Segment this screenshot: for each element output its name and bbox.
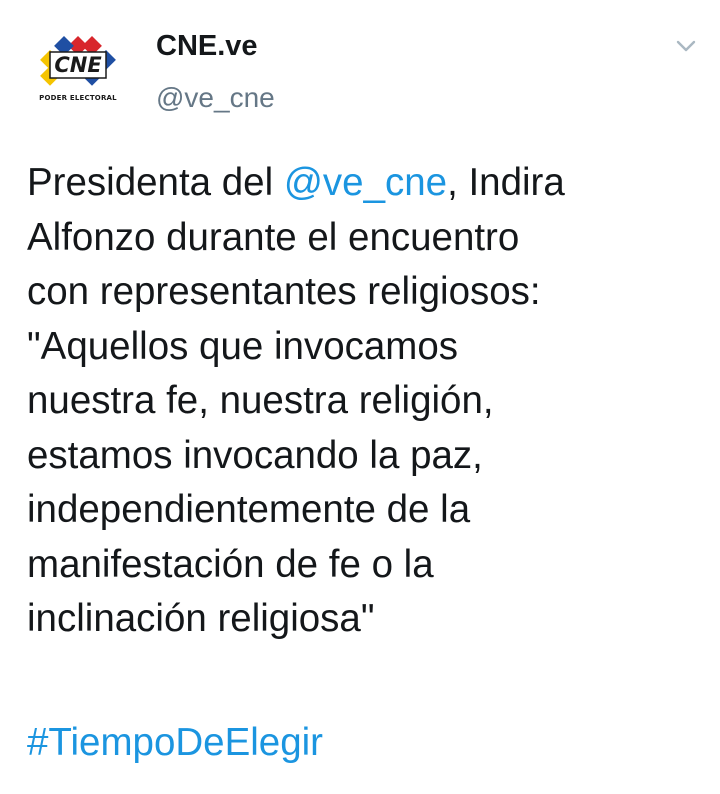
chevron-down-icon[interactable]: [672, 32, 700, 60]
tweet-card: CNE PODER ELECTORAL CNE.ve @ve_cne Presi…: [0, 0, 720, 794]
hashtag-row: #TiempoDeElegir: [27, 716, 323, 771]
tweet-line: independientemente de la: [27, 488, 471, 531]
tweet-line: Presidenta del @ve_cne, Indira: [27, 156, 697, 211]
mention-link[interactable]: @ve_cne: [284, 161, 447, 204]
avatar[interactable]: CNE PODER ELECTORAL: [28, 30, 128, 110]
tweet-line: con representantes religiosos:: [27, 270, 541, 313]
user-handle[interactable]: @ve_cne: [156, 82, 275, 114]
tweet-text: Presidenta del @ve_cne, Indira Alfonzo d…: [27, 156, 697, 647]
tweet-line: manifestación de fe o la: [27, 542, 434, 586]
tweet-line: estamos invocando la paz,: [27, 433, 483, 477]
tweet-line: inclinación religiosa": [27, 597, 375, 640]
cne-logo-icon: CNE: [40, 36, 116, 86]
logo-caption: PODER ELECTORAL: [39, 94, 117, 102]
tweet-line: "Aquellos que invocamos: [27, 324, 459, 368]
tweet-line: Alfonzo durante el encuentro: [27, 215, 520, 259]
tweet-line: nuestra fe, nuestra religión,: [27, 379, 494, 422]
tweet-text-segment: Presidenta del: [27, 161, 284, 204]
logo-text: CNE: [54, 53, 102, 77]
display-name[interactable]: CNE.ve: [156, 30, 258, 63]
hashtag-link[interactable]: #TiempoDeElegir: [27, 721, 323, 764]
tweet-text-segment: , Indira: [447, 161, 565, 204]
tweet-header: CNE PODER ELECTORAL CNE.ve @ve_cne: [0, 0, 720, 130]
